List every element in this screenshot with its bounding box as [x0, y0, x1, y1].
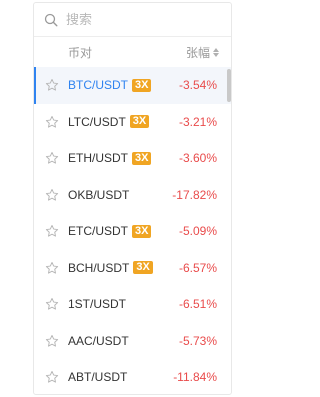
change-value: -3.60% — [178, 151, 217, 166]
trading-pair-panel: 币对 张幅 BTC/USDT 3X -3.54% LTC/USDT 3X -3.… — [33, 2, 232, 395]
pair-row[interactable]: OKB/USDT -17.82% — [34, 177, 231, 214]
star-icon[interactable] — [34, 370, 59, 384]
change-value: -17.82% — [172, 187, 217, 202]
pair-name: BCH/USDT — [68, 260, 130, 275]
pair-name: BTC/USDT — [68, 78, 128, 93]
pair-name: OKB/USDT — [68, 187, 130, 202]
pair-row[interactable]: BTC/USDT 3X -3.54% — [34, 67, 231, 104]
pair-row[interactable]: ETC/USDT 3X -5.09% — [34, 213, 231, 250]
change-value: -5.09% — [178, 224, 217, 239]
star-icon[interactable] — [34, 297, 59, 311]
leverage-badge: 3X — [133, 261, 153, 275]
star-icon[interactable] — [34, 224, 59, 238]
pair-name: ETH/USDT — [68, 151, 128, 166]
search-input[interactable] — [66, 12, 216, 27]
scrollbar-thumb[interactable] — [227, 69, 231, 102]
star-icon[interactable] — [34, 151, 59, 165]
pair-row[interactable]: ETH/USDT 3X -3.60% — [34, 140, 231, 177]
pair-row[interactable]: ABT/USDT -11.84% — [34, 359, 231, 394]
star-icon[interactable] — [34, 261, 59, 275]
column-header-pair: 币对 — [68, 45, 93, 60]
search-bar — [34, 3, 231, 37]
change-value: -3.54% — [178, 78, 217, 93]
sort-icon — [213, 47, 219, 57]
pair-name: AAC/USDT — [68, 333, 129, 348]
star-icon[interactable] — [34, 78, 59, 92]
pair-name: 1ST/USDT — [68, 297, 127, 312]
table-header: 币对 张幅 — [34, 37, 231, 67]
pair-list: BTC/USDT 3X -3.54% LTC/USDT 3X -3.21% ET… — [34, 67, 231, 394]
column-header-change-label: 张幅 — [185, 45, 210, 60]
column-header-change[interactable]: 张幅 — [186, 44, 219, 61]
leverage-badge: 3X — [132, 78, 152, 92]
change-value: -6.51% — [178, 297, 217, 312]
pair-name: ABT/USDT — [68, 370, 128, 385]
leverage-badge: 3X — [132, 224, 152, 238]
star-icon[interactable] — [34, 115, 59, 129]
change-value: -3.21% — [178, 114, 217, 129]
pair-row[interactable]: BCH/USDT 3X -6.57% — [34, 250, 231, 287]
change-value: -5.73% — [178, 333, 217, 348]
pair-row[interactable]: LTC/USDT 3X -3.21% — [34, 104, 231, 141]
change-value: -11.84% — [173, 370, 217, 385]
pair-row[interactable]: 1ST/USDT -6.51% — [34, 286, 231, 323]
pair-name: ETC/USDT — [68, 224, 128, 239]
search-icon — [44, 13, 58, 27]
leverage-badge: 3X — [129, 115, 150, 129]
leverage-badge: 3X — [132, 151, 152, 165]
star-icon[interactable] — [34, 334, 59, 348]
change-value: -6.57% — [178, 260, 217, 275]
pair-name: LTC/USDT — [68, 114, 126, 129]
pair-row[interactable]: AAC/USDT -5.73% — [34, 323, 231, 360]
star-icon[interactable] — [34, 188, 59, 202]
